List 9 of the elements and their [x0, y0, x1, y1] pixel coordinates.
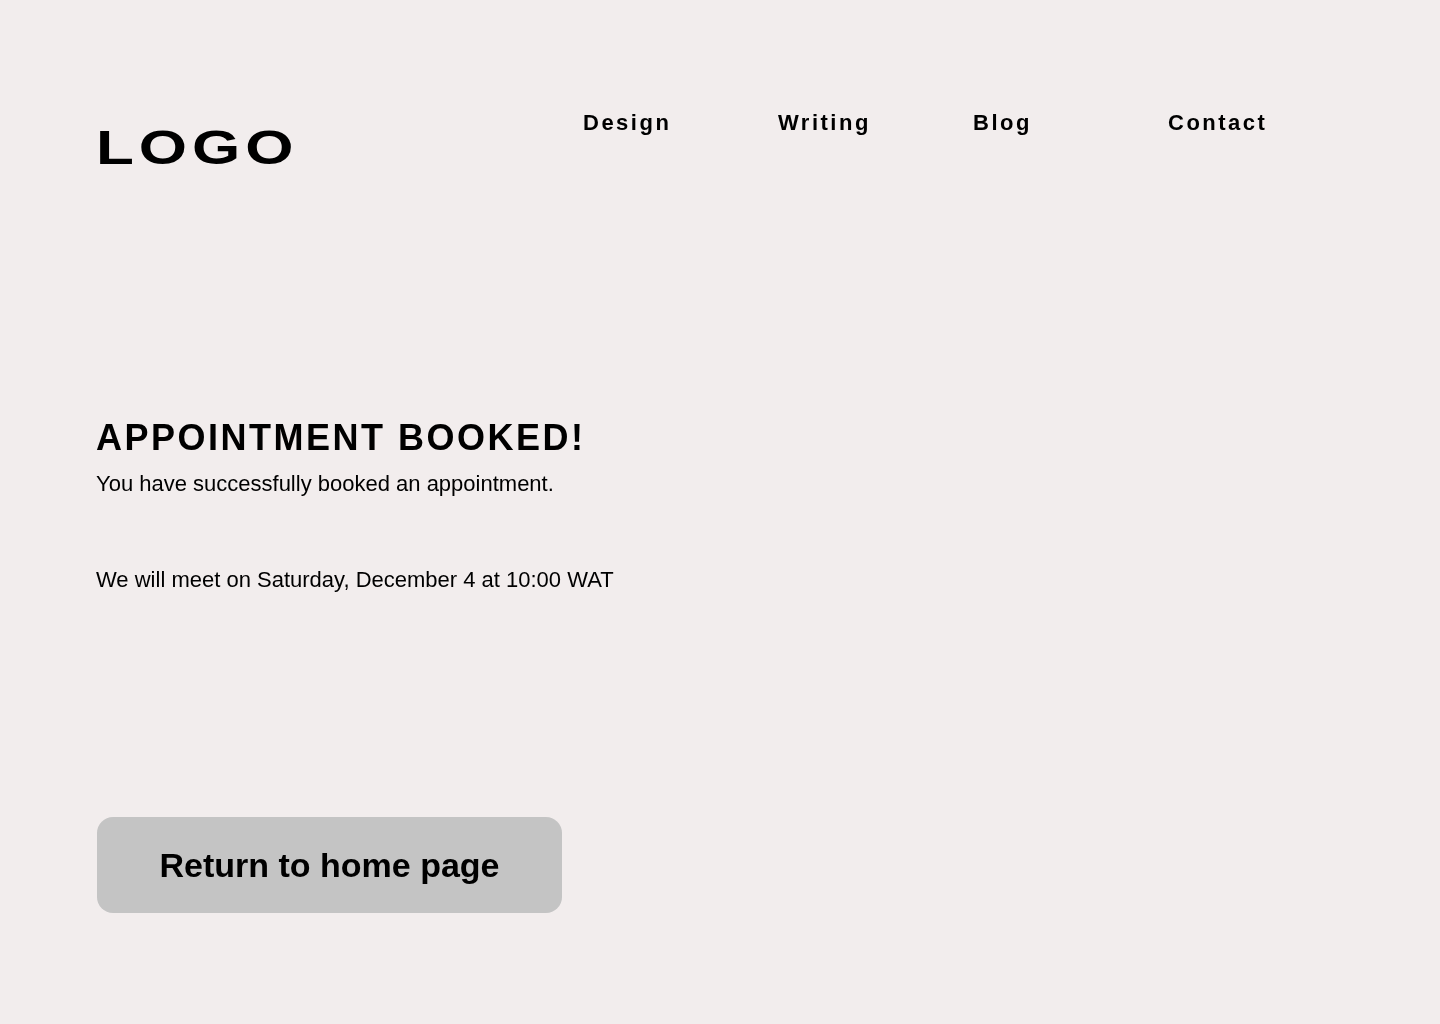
confirmation-message: You have successfully booked an appointment. [96, 470, 555, 498]
nav-link[interactable]: Blog [973, 112, 1032, 134]
appointment-details: We will meet on Saturday, December 4 at 10:00 WAT [96, 565, 615, 594]
nav-link[interactable]: Design [583, 112, 672, 134]
return-home-button[interactable]: Return to home page [97, 817, 562, 914]
logo: LOGO [96, 123, 299, 172]
confirmation-title: APPOINTMENT BOOKED! [96, 420, 586, 456]
nav-link[interactable]: Writing [778, 112, 871, 134]
nav-link[interactable]: Contact [1168, 112, 1268, 134]
